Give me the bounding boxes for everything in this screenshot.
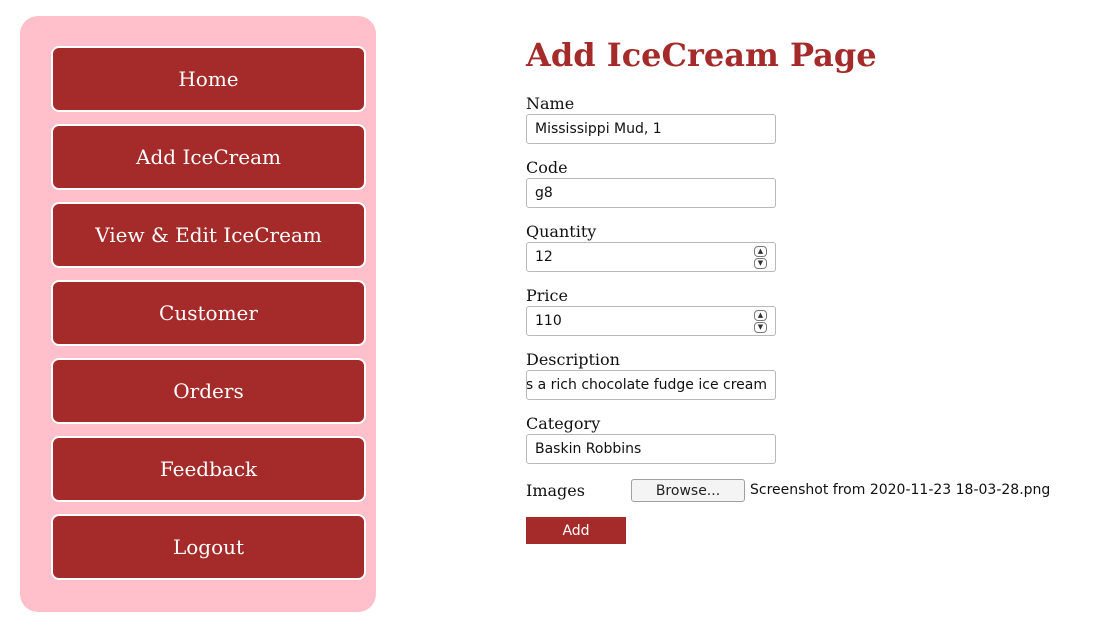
name-field[interactable]: Mississippi Mud, 1 — [526, 114, 776, 144]
add-button[interactable]: Add — [526, 517, 626, 544]
selected-file-name: Screenshot from 2020-11-23 18-03-28.png — [750, 482, 1051, 498]
quantity-label: Quantity — [526, 222, 597, 241]
code-label: Code — [526, 158, 568, 177]
category-label: Category — [526, 414, 601, 433]
price-label: Price — [526, 286, 568, 305]
category-field[interactable]: Baskin Robbins — [526, 434, 776, 464]
nav-add-icecream-button[interactable]: Add IceCream — [51, 124, 366, 190]
description-field[interactable]: e is a rich chocolate fudge ice cream — [526, 370, 776, 400]
browse-button[interactable]: Browse... — [631, 479, 745, 502]
sidebar-nav: Home Add IceCream View & Edit IceCream C… — [20, 16, 376, 612]
images-label: Images — [526, 481, 585, 500]
code-field[interactable]: g8 — [526, 178, 776, 208]
nav-feedback-button[interactable]: Feedback — [51, 436, 366, 502]
nav-home-button[interactable]: Home — [51, 46, 366, 112]
nav-customer-button[interactable]: Customer — [51, 280, 366, 346]
quantity-value: 12 — [535, 249, 553, 265]
name-label: Name — [526, 94, 575, 113]
description-label: Description — [526, 350, 620, 369]
nav-orders-button[interactable]: Orders — [51, 358, 366, 424]
nav-logout-button[interactable]: Logout — [51, 514, 366, 580]
spin-down-icon[interactable]: ▼ — [754, 322, 767, 333]
price-spinner[interactable]: ▲ ▼ — [754, 310, 767, 333]
spin-down-icon[interactable]: ▼ — [754, 258, 767, 269]
price-stepper[interactable]: 110 ▲ ▼ — [526, 306, 776, 336]
code-value: g8 — [535, 185, 553, 201]
nav-view-edit-icecream-button[interactable]: View & Edit IceCream — [51, 202, 366, 268]
spin-up-icon[interactable]: ▲ — [754, 246, 767, 257]
page-title: Add IceCream Page — [526, 36, 877, 74]
quantity-stepper[interactable]: 12 ▲ ▼ — [526, 242, 776, 272]
price-value: 110 — [535, 313, 562, 329]
name-value: Mississippi Mud, 1 — [535, 121, 662, 137]
description-value: e is a rich chocolate fudge ice cream — [526, 377, 767, 393]
quantity-spinner[interactable]: ▲ ▼ — [754, 246, 767, 269]
spin-up-icon[interactable]: ▲ — [754, 310, 767, 321]
category-value: Baskin Robbins — [535, 441, 642, 457]
